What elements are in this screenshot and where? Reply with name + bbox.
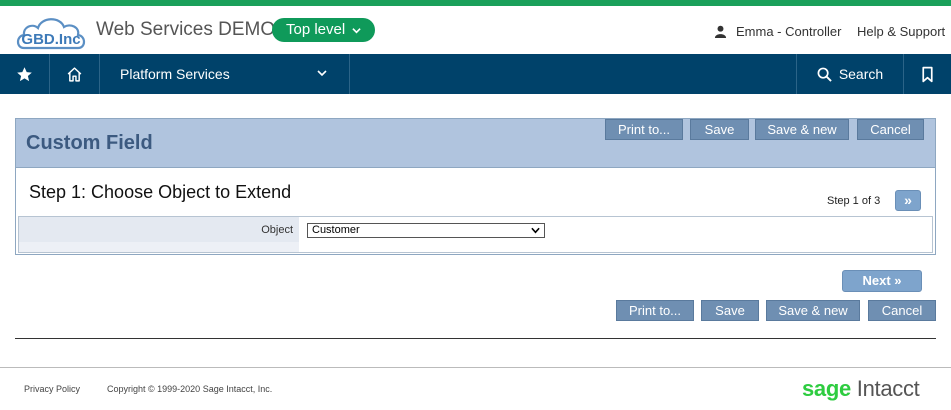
user-icon — [714, 25, 727, 38]
step-next-button[interactable]: » — [895, 190, 921, 211]
object-select[interactable]: Customer — [307, 223, 545, 238]
privacy-policy-link[interactable]: Privacy Policy — [24, 384, 80, 394]
favorites-button[interactable] — [0, 54, 50, 94]
step-indicator: Step 1 of 3 — [827, 195, 881, 207]
star-icon — [17, 66, 32, 81]
step-title: Step 1: Choose Object to Extend — [29, 182, 292, 202]
bottom-save-button[interactable]: Save — [701, 300, 759, 321]
bookmark-icon — [922, 66, 933, 82]
home-icon — [67, 66, 82, 82]
bottom-save-and-new-button[interactable]: Save & new — [766, 300, 860, 321]
help-support-link[interactable]: Help & Support — [857, 24, 945, 39]
entity-level-label: Top level — [286, 21, 346, 38]
search-label: Search — [838, 66, 884, 82]
bottom-cancel-button[interactable]: Cancel — [868, 300, 936, 321]
cancel-button[interactable]: Cancel — [857, 119, 924, 140]
search-button[interactable]: Search — [796, 54, 904, 94]
platform-services-label: Platform Services — [120, 66, 230, 82]
user-menu[interactable]: Emma - Controller — [714, 24, 841, 39]
object-form: Object Customer — [18, 216, 933, 253]
app-title: Web Services DEMO — [96, 19, 276, 40]
next-button[interactable]: Next » — [842, 270, 922, 292]
bottom-print-to-button[interactable]: Print to... — [616, 300, 694, 321]
company-logo[interactable]: GBD.Inc — [14, 14, 88, 52]
page-title: Custom Field — [26, 132, 153, 154]
save-button[interactable]: Save — [690, 119, 749, 140]
sage-intacct-logo: sage Intacct — [802, 376, 920, 402]
bookmark-button[interactable] — [904, 54, 951, 94]
print-to-button[interactable]: Print to... — [605, 119, 683, 140]
panel-header: Custom Field Print to... Save Save & new… — [16, 119, 935, 168]
main-nav-bar: Platform Services Search — [0, 54, 951, 94]
cloud-logo-icon: GBD.Inc — [16, 18, 86, 50]
copyright-text: Copyright © 1999-2020 Sage Intacct, Inc. — [107, 384, 273, 394]
save-and-new-button[interactable]: Save & new — [755, 119, 849, 140]
select-arrow-icon — [531, 227, 540, 234]
object-field-label: Object — [261, 224, 293, 236]
chevron-down-icon — [317, 70, 327, 77]
search-icon — [817, 67, 832, 82]
content-divider — [15, 338, 936, 339]
entity-level-dropdown[interactable]: Top level — [272, 18, 376, 42]
chevron-down-icon — [352, 27, 361, 33]
app-header: GBD.Inc Web Services DEMO Top level Emma… — [0, 6, 951, 54]
svg-text:GBD.Inc: GBD.Inc — [21, 31, 80, 48]
object-select-value: Customer — [312, 224, 360, 236]
home-button[interactable] — [50, 54, 100, 94]
page-footer: Privacy Policy Copyright © 1999-2020 Sag… — [0, 367, 951, 410]
platform-services-menu[interactable]: Platform Services — [100, 54, 350, 94]
brand-sage: sage — [802, 376, 851, 401]
user-label: Emma - Controller — [736, 24, 842, 39]
custom-field-panel: Custom Field Print to... Save Save & new… — [15, 118, 936, 255]
brand-intacct: Intacct — [856, 376, 920, 401]
